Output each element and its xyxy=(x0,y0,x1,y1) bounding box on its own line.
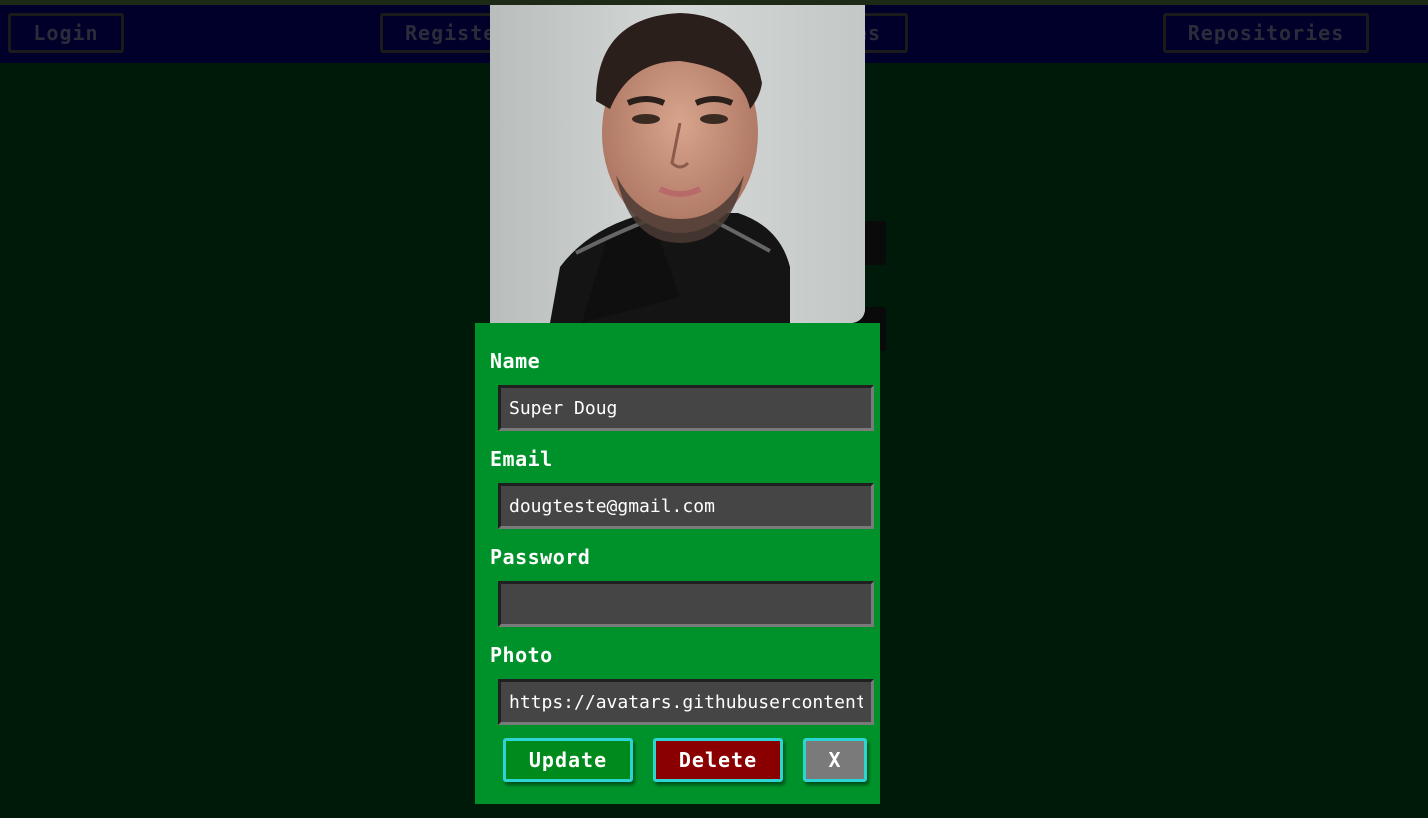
nav-login-button[interactable]: Login xyxy=(8,13,124,53)
avatar xyxy=(490,5,865,323)
nav-repositories-button[interactable]: Repositories xyxy=(1163,13,1369,53)
profile-modal: Name Email Password Photo Update Delete … xyxy=(475,323,880,804)
close-button[interactable]: X xyxy=(803,738,867,782)
photo-url-input[interactable] xyxy=(498,679,874,725)
email-label: Email xyxy=(490,447,553,471)
name-input[interactable] xyxy=(498,385,874,431)
password-input[interactable] xyxy=(498,581,874,627)
delete-button[interactable]: Delete xyxy=(653,738,783,782)
profile-photo xyxy=(490,5,865,323)
name-label: Name xyxy=(490,349,541,373)
password-label: Password xyxy=(490,545,591,569)
update-button[interactable]: Update xyxy=(503,738,633,782)
email-input[interactable] xyxy=(498,483,874,529)
photo-label: Photo xyxy=(490,643,553,667)
